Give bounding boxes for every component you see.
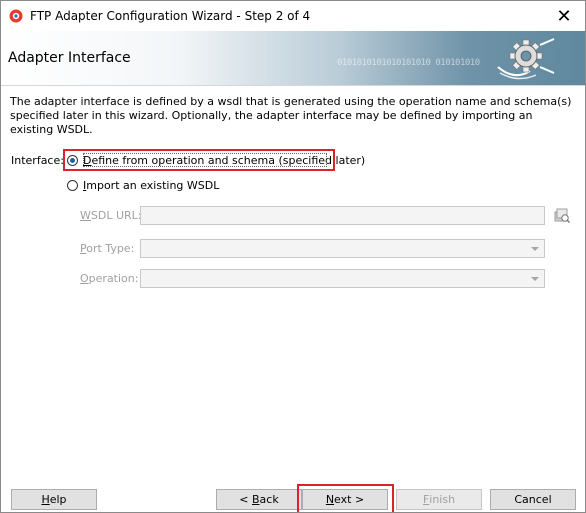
port-type-label: Port Type:	[80, 242, 135, 255]
back-button[interactable]: < Back	[216, 489, 302, 510]
radio-button[interactable]	[67, 180, 78, 191]
cancel-button[interactable]: Cancel	[490, 489, 576, 510]
title-bar[interactable]: FTP Adapter Configuration Wizard - Step …	[1, 1, 585, 31]
operation-label: Operation:	[80, 272, 139, 285]
close-button[interactable]: ✕	[543, 1, 585, 31]
binary-decoration: 0101010101010101010 010101010	[337, 58, 480, 68]
browse-wsdl-icon[interactable]	[554, 207, 570, 223]
finish-button: Finish	[396, 489, 482, 510]
port-type-dropdown[interactable]	[140, 239, 545, 258]
app-icon	[9, 9, 23, 23]
interface-label: Interface:	[11, 154, 64, 167]
chevron-down-icon	[531, 247, 539, 251]
chevron-down-icon	[531, 277, 539, 281]
gear-icon	[497, 38, 555, 80]
wsdl-url-input[interactable]	[140, 206, 545, 225]
wizard-window: FTP Adapter Configuration Wizard - Step …	[0, 0, 586, 513]
page-title: Adapter Interface	[8, 50, 131, 66]
window-title: FTP Adapter Configuration Wizard - Step …	[30, 9, 311, 23]
focus-rectangle	[83, 153, 327, 167]
help-button[interactable]: Help	[11, 489, 97, 510]
header-banner: Adapter Interface 0101010101010101010 01…	[1, 31, 585, 85]
operation-dropdown[interactable]	[140, 269, 545, 288]
close-icon: ✕	[556, 5, 572, 27]
wizard-content: The adapter interface is defined by a ws…	[1, 85, 585, 512]
radio-import-existing-wsdl[interactable]: Import an existing WSDL	[67, 179, 219, 192]
highlight-box-next-button	[297, 484, 394, 512]
wsdl-url-label: WSDL URL:	[80, 209, 142, 222]
description-text: The adapter interface is defined by a ws…	[10, 95, 572, 136]
radio-label-import: Import an existing WSDL	[83, 179, 220, 192]
